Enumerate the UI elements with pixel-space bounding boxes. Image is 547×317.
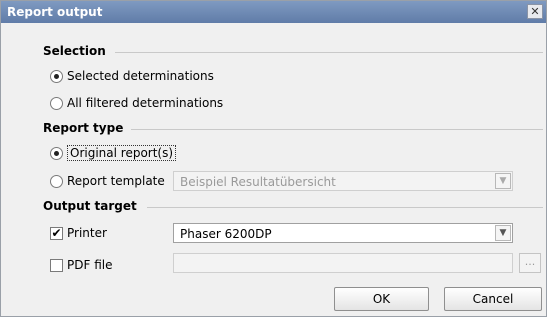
radio-label: All filtered determinations <box>67 96 224 110</box>
close-button[interactable]: ✕ <box>527 4 543 19</box>
radio-button[interactable] <box>50 69 63 83</box>
pdf-file-input[interactable] <box>173 253 513 273</box>
chevron-down-icon[interactable]: ▼ <box>495 173 511 189</box>
printer-value: Phaser 6200DP <box>180 227 272 241</box>
checkbox-pdf-file[interactable]: PDF file <box>50 258 112 272</box>
close-icon: ✕ <box>530 5 540 18</box>
output-target-heading: Output target <box>43 199 137 213</box>
ok-button[interactable]: OK <box>334 287 429 311</box>
checkbox-box[interactable] <box>50 258 63 272</box>
radio-original-reports[interactable]: Original report(s) <box>50 145 177 161</box>
check-icon[interactable]: ✔ <box>50 226 63 240</box>
checkbox-label: Printer <box>67 226 107 240</box>
selection-heading: Selection <box>43 44 106 58</box>
radio-label: Report template <box>67 174 165 188</box>
radio-label: Original report(s) <box>67 145 177 161</box>
printer-select[interactable]: Phaser 6200DP ▼ <box>173 223 513 243</box>
chevron-down-icon[interactable]: ▼ <box>495 225 511 241</box>
selection-divider <box>115 52 543 53</box>
report-template-value: Beispiel Resultatübersicht <box>180 175 336 189</box>
radio-report-template[interactable]: Report template <box>50 174 165 188</box>
checkbox-label: PDF file <box>67 258 113 272</box>
output-target-divider <box>147 207 543 208</box>
window-title: Report output <box>7 5 103 19</box>
report-type-heading: Report type <box>43 121 124 135</box>
report-template-select[interactable]: Beispiel Resultatübersicht ▼ <box>173 171 513 191</box>
title-bar: Report output ✕ <box>1 1 546 23</box>
radio-selected-determinations[interactable]: Selected determinations <box>50 69 214 83</box>
radio-button[interactable] <box>50 146 63 160</box>
browse-button[interactable]: ... <box>519 253 541 273</box>
report-output-dialog: Report output ✕ Selection Selected deter… <box>0 0 547 317</box>
radio-label: Selected determinations <box>67 69 214 83</box>
radio-all-filtered-determinations[interactable]: All filtered determinations <box>50 96 223 110</box>
cancel-button[interactable]: Cancel <box>444 287 542 311</box>
radio-button[interactable] <box>50 174 63 188</box>
report-type-divider <box>131 129 543 130</box>
radio-button[interactable] <box>50 96 63 110</box>
checkbox-printer[interactable]: ✔ Printer <box>50 226 107 240</box>
